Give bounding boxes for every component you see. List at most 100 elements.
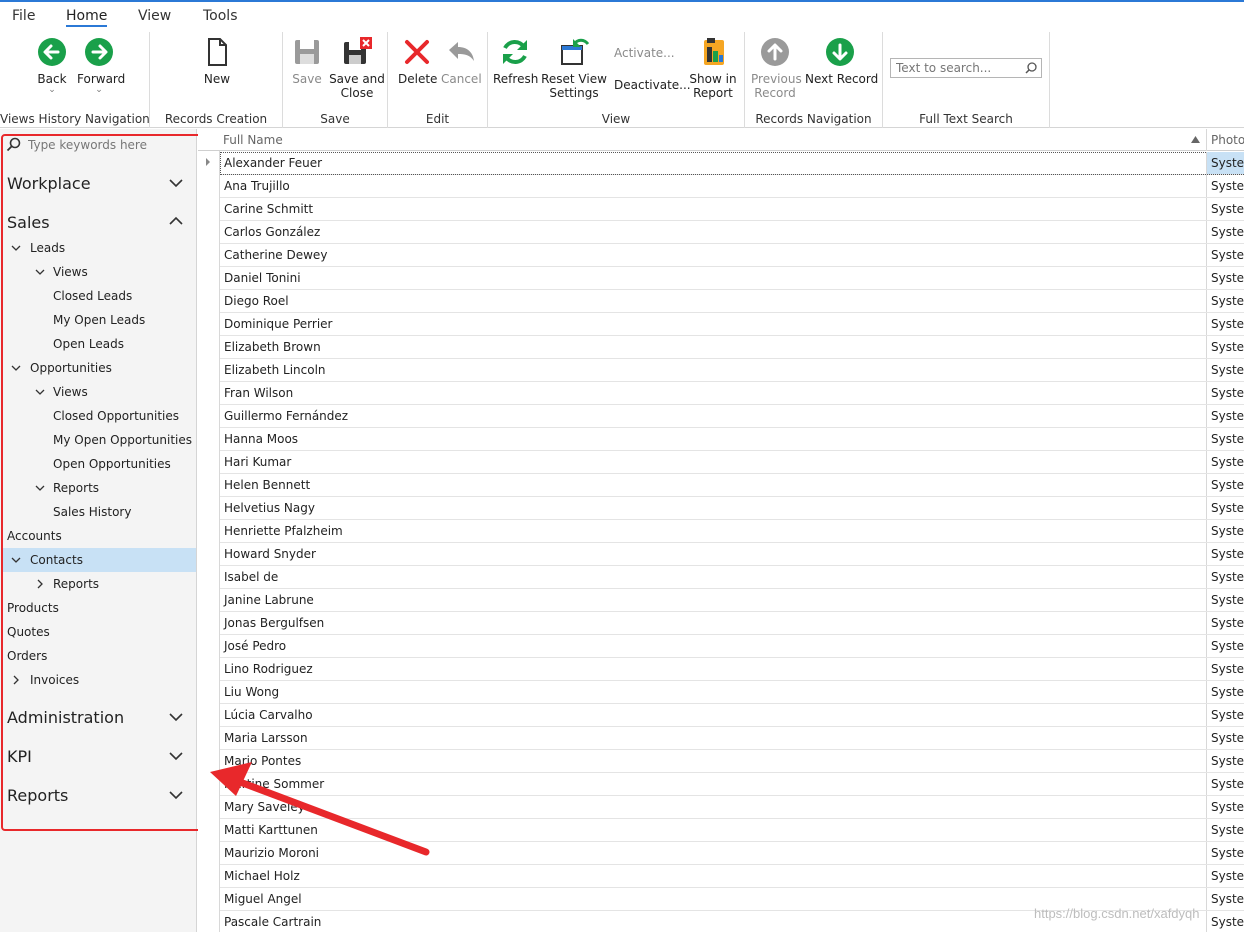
activate-button[interactable]: Activate... bbox=[614, 46, 675, 60]
cell-photo[interactable]: System bbox=[1206, 842, 1244, 864]
refresh-button[interactable]: Refresh bbox=[493, 36, 538, 86]
nav-item-opp-views[interactable]: Views bbox=[53, 385, 88, 399]
table-row[interactable]: Carine Schmitt System bbox=[220, 198, 1244, 221]
table-row[interactable]: Daniel Tonini System bbox=[220, 267, 1244, 290]
chevron-down-icon[interactable] bbox=[11, 555, 21, 565]
nav-item-opp-reports[interactable]: Reports bbox=[53, 481, 99, 495]
cell-photo[interactable]: System bbox=[1206, 704, 1244, 726]
cell-full-name[interactable]: José Pedro bbox=[224, 639, 286, 653]
table-row[interactable]: José Pedro System bbox=[220, 635, 1244, 658]
cell-full-name[interactable]: Jonas Bergulfsen bbox=[224, 616, 324, 630]
table-row[interactable]: Liu Wong System bbox=[220, 681, 1244, 704]
nav-item-quotes[interactable]: Quotes bbox=[7, 625, 50, 639]
cell-photo[interactable]: System bbox=[1206, 796, 1244, 818]
nav-group-kpi[interactable]: KPI bbox=[7, 747, 32, 766]
cell-full-name[interactable]: Hanna Moos bbox=[224, 432, 298, 446]
cell-full-name[interactable]: Guillermo Fernández bbox=[224, 409, 348, 423]
cell-full-name[interactable]: Elizabeth Lincoln bbox=[224, 363, 326, 377]
table-row[interactable]: Janine Labrune System bbox=[220, 589, 1244, 612]
cell-full-name[interactable]: Hari Kumar bbox=[224, 455, 291, 469]
cell-photo[interactable]: System bbox=[1206, 198, 1244, 220]
table-row[interactable]: Ana Trujillo System bbox=[220, 175, 1244, 198]
cancel-button[interactable]: Cancel bbox=[441, 36, 482, 86]
cell-photo[interactable]: System bbox=[1206, 612, 1244, 634]
cell-photo[interactable]: System bbox=[1206, 888, 1244, 910]
table-row[interactable]: Mario Pontes System bbox=[220, 750, 1244, 773]
chevron-right-icon[interactable] bbox=[11, 675, 21, 685]
nav-item-products[interactable]: Products bbox=[7, 601, 59, 615]
cell-full-name[interactable]: Martine Sommer bbox=[224, 777, 324, 791]
nav-item-leads-views[interactable]: Views bbox=[53, 265, 88, 279]
chevron-down-icon[interactable] bbox=[35, 387, 45, 397]
cell-full-name[interactable]: Elizabeth Brown bbox=[224, 340, 321, 354]
table-row[interactable]: Martine Sommer System bbox=[220, 773, 1244, 796]
forward-button[interactable]: Forward ⌄ bbox=[77, 36, 125, 95]
column-header-photo[interactable]: Photo bbox=[1211, 133, 1244, 147]
cell-photo[interactable]: System bbox=[1206, 819, 1244, 841]
show-in-report-button[interactable]: Show in Report bbox=[688, 36, 738, 100]
cell-full-name[interactable]: Maurizio Moroni bbox=[224, 846, 319, 860]
table-row[interactable]: Michael Holz System bbox=[220, 865, 1244, 888]
nav-item-contacts-reports[interactable]: Reports bbox=[53, 577, 99, 591]
cell-photo[interactable]: System bbox=[1206, 428, 1244, 450]
cell-photo[interactable]: System bbox=[1206, 336, 1244, 358]
nav-item-leads[interactable]: Leads bbox=[30, 241, 65, 255]
cell-full-name[interactable]: Matti Karttunen bbox=[224, 823, 318, 837]
chevron-right-icon[interactable] bbox=[35, 579, 45, 589]
cell-photo[interactable]: System bbox=[1206, 451, 1244, 473]
deactivate-button[interactable]: Deactivate... bbox=[614, 78, 691, 92]
cell-photo[interactable]: System bbox=[1206, 382, 1244, 404]
cell-photo[interactable]: System bbox=[1206, 175, 1244, 197]
cell-photo[interactable]: System bbox=[1206, 221, 1244, 243]
cell-photo[interactable]: System bbox=[1206, 911, 1244, 932]
delete-button[interactable]: Delete bbox=[398, 36, 437, 86]
previous-record-button[interactable]: Previous Record bbox=[751, 36, 802, 100]
cell-full-name[interactable]: Pascale Cartrain bbox=[224, 915, 321, 929]
cell-photo[interactable]: System bbox=[1206, 290, 1244, 312]
cell-photo[interactable]: System bbox=[1206, 543, 1244, 565]
cell-photo[interactable]: System bbox=[1206, 750, 1244, 772]
nav-item-closed-opportunities[interactable]: Closed Opportunities bbox=[53, 409, 179, 423]
nav-item-my-open-opportunities[interactable]: My Open Opportunities bbox=[53, 433, 192, 447]
chevron-down-icon[interactable] bbox=[11, 363, 21, 373]
table-row[interactable]: Isabel de System bbox=[220, 566, 1244, 589]
nav-group-administration[interactable]: Administration bbox=[7, 708, 124, 727]
table-row[interactable]: Fran Wilson System bbox=[220, 382, 1244, 405]
nav-item-my-open-leads[interactable]: My Open Leads bbox=[53, 313, 145, 327]
full-text-search-box[interactable] bbox=[890, 58, 1042, 78]
cell-full-name[interactable]: Alexander Feuer bbox=[224, 156, 322, 170]
cell-photo[interactable]: System bbox=[1206, 865, 1244, 887]
cell-full-name[interactable]: Mario Pontes bbox=[224, 754, 301, 768]
nav-item-closed-leads[interactable]: Closed Leads bbox=[53, 289, 132, 303]
cell-photo[interactable]: System bbox=[1206, 681, 1244, 703]
cell-full-name[interactable]: Isabel de bbox=[224, 570, 278, 584]
cell-full-name[interactable]: Maria Larsson bbox=[224, 731, 308, 745]
nav-group-reports[interactable]: Reports bbox=[7, 786, 68, 805]
table-row[interactable]: Hari Kumar System bbox=[220, 451, 1244, 474]
menu-home[interactable]: Home bbox=[66, 8, 108, 27]
nav-item-orders[interactable]: Orders bbox=[7, 649, 47, 663]
menu-file[interactable]: File bbox=[12, 8, 35, 24]
cell-photo[interactable]: System bbox=[1206, 658, 1244, 680]
cell-photo[interactable]: System bbox=[1206, 566, 1244, 588]
save-and-close-button[interactable]: Save and Close bbox=[329, 36, 385, 100]
cell-photo[interactable]: System bbox=[1206, 589, 1244, 611]
chevron-down-icon[interactable] bbox=[35, 483, 45, 493]
table-row[interactable]: Dominique Perrier System bbox=[220, 313, 1244, 336]
chevron-up-icon[interactable] bbox=[169, 216, 183, 226]
nav-item-sales-history[interactable]: Sales History bbox=[53, 505, 131, 519]
table-row[interactable]: Catherine Dewey System bbox=[220, 244, 1244, 267]
table-row[interactable]: Carlos González System bbox=[220, 221, 1244, 244]
table-row[interactable]: Lino Rodriguez System bbox=[220, 658, 1244, 681]
cell-full-name[interactable]: Dominique Perrier bbox=[224, 317, 332, 331]
cell-photo[interactable]: System bbox=[1206, 152, 1244, 174]
cell-photo[interactable]: System bbox=[1206, 405, 1244, 427]
table-row[interactable]: Lúcia Carvalho System bbox=[220, 704, 1244, 727]
chevron-down-icon[interactable] bbox=[169, 751, 183, 761]
cell-full-name[interactable]: Carlos González bbox=[224, 225, 320, 239]
table-row[interactable]: Elizabeth Brown System bbox=[220, 336, 1244, 359]
nav-item-open-opportunities[interactable]: Open Opportunities bbox=[53, 457, 171, 471]
cell-full-name[interactable]: Miguel Angel bbox=[224, 892, 302, 906]
nav-item-open-leads[interactable]: Open Leads bbox=[53, 337, 124, 351]
cell-photo[interactable]: System bbox=[1206, 244, 1244, 266]
